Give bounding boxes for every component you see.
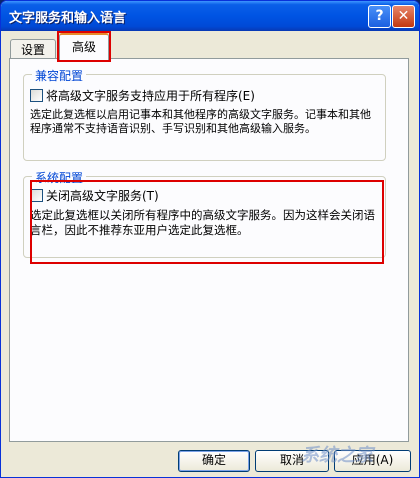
title-bar[interactable]: 文字服务和输入语言 ? ✕ <box>1 1 419 31</box>
dialog-window: 文字服务和输入语言 ? ✕ 设置 高级 兼容配置 将高级文字服务支持应用于所有程… <box>0 0 420 478</box>
tab-advanced[interactable]: 高级 <box>59 33 109 60</box>
compat-group: 兼容配置 将高级文字服务支持应用于所有程序(E) 选定此复选框以启用记事本和其他… <box>23 67 386 161</box>
compat-checkbox-row[interactable]: 将高级文字服务支持应用于所有程序(E) <box>30 88 255 104</box>
system-group: 系统配置 关闭高级文字服务(T) 选定此复选框以关闭所有程序中的高级文字服务。因… <box>23 169 386 258</box>
advanced-tab-panel: 兼容配置 将高级文字服务支持应用于所有程序(E) 选定此复选框以启用记事本和其他… <box>9 58 409 442</box>
ok-button[interactable]: 确定 <box>178 450 250 472</box>
disable-advanced-text-services-checkbox[interactable] <box>30 189 43 202</box>
tab-settings[interactable]: 设置 <box>10 39 56 60</box>
compat-description: 选定此复选框以启用记事本和其他程序的高级文字服务。记事本和其他程序通常不支持语音… <box>30 108 371 135</box>
close-button[interactable]: ✕ <box>392 5 415 28</box>
system-checkbox-label[interactable]: 关闭高级文字服务(T) <box>46 189 159 203</box>
help-button[interactable]: ? <box>368 5 391 28</box>
window-title: 文字服务和输入语言 <box>9 11 127 26</box>
apply-button[interactable]: 应用(A) <box>334 450 411 472</box>
system-checkbox-row[interactable]: 关闭高级文字服务(T) <box>30 188 159 204</box>
compat-group-label: 兼容配置 <box>32 67 87 84</box>
system-group-label: 系统配置 <box>32 169 87 186</box>
compat-checkbox-label[interactable]: 将高级文字服务支持应用于所有程序(E) <box>46 89 255 103</box>
cancel-button[interactable]: 取消 <box>255 450 329 472</box>
compat-checkbox[interactable] <box>30 89 43 102</box>
system-description: 选定此复选框以关闭所有程序中的高级文字服务。因为这样会关闭语言栏，因此不推荐东亚… <box>30 208 375 237</box>
